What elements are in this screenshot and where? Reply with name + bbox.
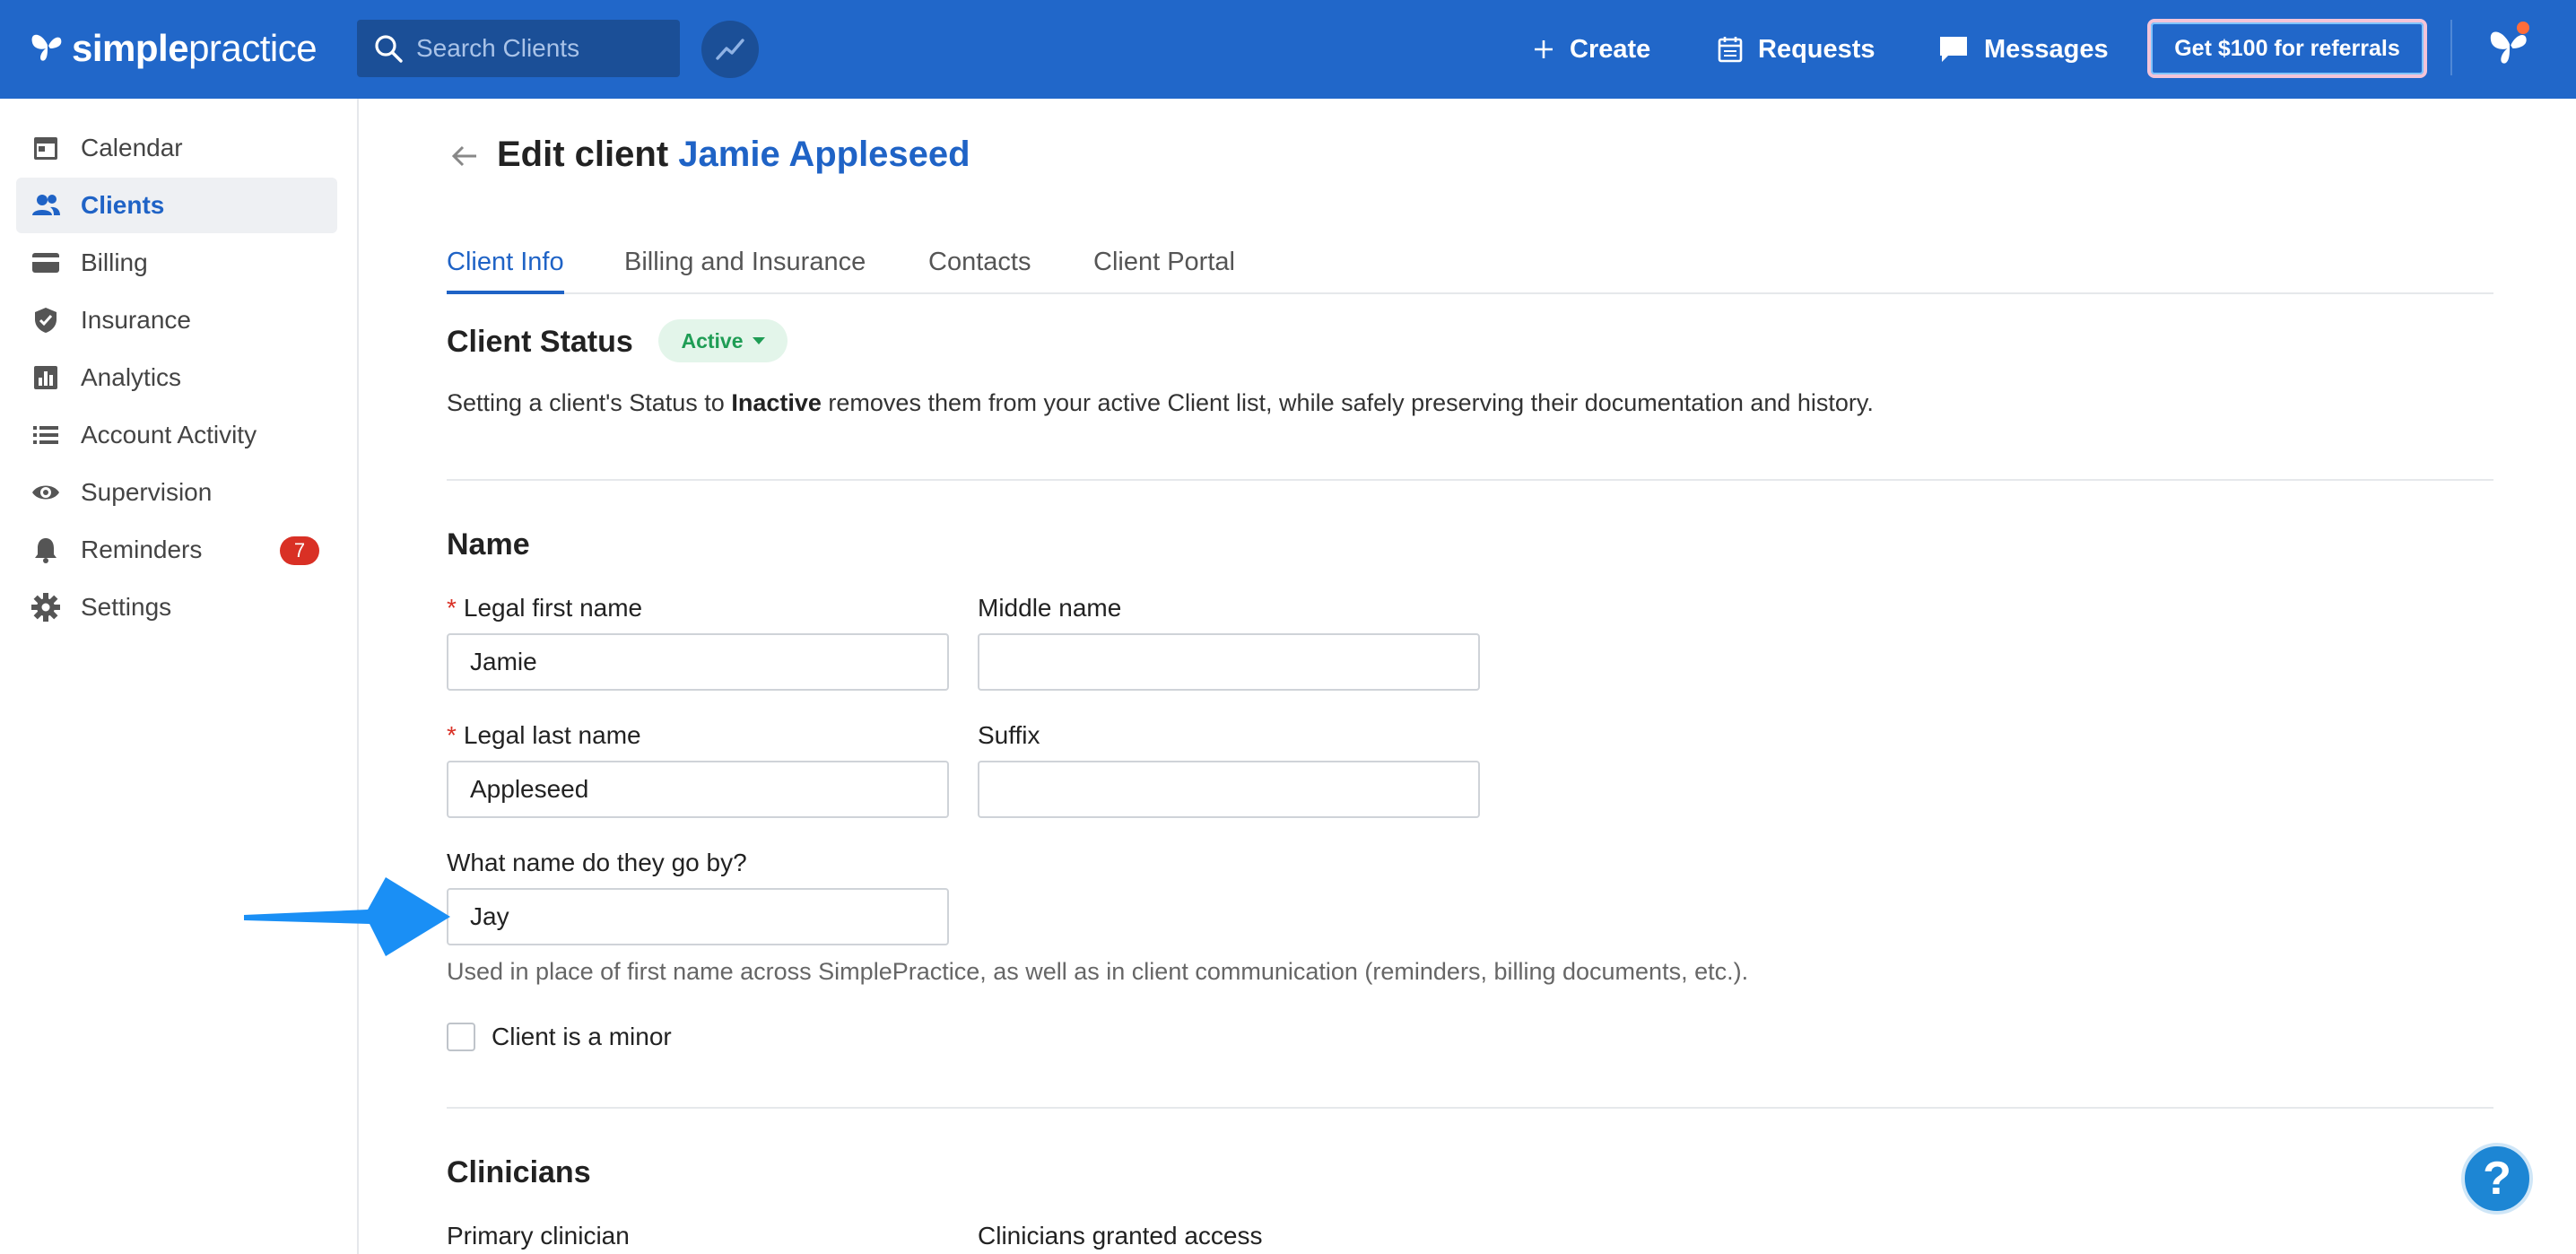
trend-line-icon: [716, 39, 744, 60]
clinicians-section-heading: Clinicians: [447, 1155, 591, 1189]
sidebar-item-clients[interactable]: Clients: [16, 178, 337, 233]
create-label: Create: [1570, 34, 1651, 64]
tab-billing-and-insurance[interactable]: Billing and Insurance: [624, 235, 866, 294]
requests-button[interactable]: Requests: [1717, 0, 1875, 99]
clinicians-granted-access-label: Clinicians granted access: [978, 1222, 1263, 1250]
required-asterisk: *: [447, 594, 457, 622]
middle-name-input[interactable]: [978, 633, 1480, 691]
sidebar: Calendar Clients Billing Insurance Analy…: [0, 99, 359, 1254]
simplepractice-logo[interactable]: simplepractice: [27, 20, 318, 77]
client-status-heading: Client Status: [447, 325, 633, 359]
gear-icon: [31, 593, 60, 622]
status-value: Active: [681, 328, 744, 353]
section-divider: [447, 1107, 2493, 1109]
billing-card-icon: [32, 253, 59, 273]
tab-client-info[interactable]: Client Info: [447, 235, 564, 294]
reminders-count-badge: 7: [280, 536, 319, 565]
legal-first-name-label-text: Legal first name: [463, 594, 643, 622]
logo-text-bold: simple: [72, 27, 189, 69]
preferred-name-label: What name do they go by?: [447, 849, 747, 876]
client-minor-checkbox-row[interactable]: Client is a minor: [447, 1023, 672, 1051]
sidebar-item-label: Clients: [81, 191, 165, 219]
legal-first-name-label: * Legal first name: [447, 594, 642, 623]
sidebar-item-label: Account Activity: [81, 421, 257, 448]
sidebar-item-label: Insurance: [81, 306, 191, 334]
list-icon: [33, 426, 58, 444]
plus-icon: [1535, 40, 1553, 58]
status-dropdown[interactable]: Active: [658, 319, 788, 362]
suffix-input[interactable]: [978, 761, 1480, 818]
search-clients-box[interactable]: [357, 20, 680, 77]
primary-clinician-label: Primary clinician: [447, 1222, 630, 1250]
preferred-name-input[interactable]: [447, 888, 949, 945]
clients-icon: [32, 195, 60, 215]
tab-client-portal[interactable]: Client Portal: [1093, 235, 1235, 294]
main-content: Edit client Jamie Appleseed Client Info …: [359, 99, 2576, 1254]
sidebar-item-label: Calendar: [81, 134, 183, 161]
calendar-icon: [34, 137, 57, 160]
referral-label: Get $100 for referrals: [2174, 35, 2400, 61]
sidebar-item-analytics[interactable]: Analytics: [16, 350, 337, 405]
notification-dot: [2517, 22, 2529, 34]
status-desc-after: removes them from your active Client lis…: [821, 389, 1874, 416]
legal-first-name-input[interactable]: [447, 633, 949, 691]
messages-label: Messages: [1984, 34, 2109, 64]
requests-label: Requests: [1758, 34, 1875, 64]
status-desc-before: Setting a client's Status to: [447, 389, 732, 416]
tab-bar: Client Info Billing and Insurance Contac…: [447, 235, 2493, 294]
page-title-prefix: Edit client: [497, 135, 669, 174]
tab-contacts[interactable]: Contacts: [928, 235, 1031, 294]
sidebar-item-label: Settings: [81, 593, 172, 621]
create-button[interactable]: Create: [1532, 0, 1650, 99]
name-section-heading: Name: [447, 527, 530, 562]
shield-check-icon: [35, 308, 57, 333]
suffix-label: Suffix: [978, 721, 1040, 749]
search-icon: [375, 35, 403, 63]
status-description: Setting a client's Status to Inactive re…: [447, 389, 1874, 417]
caret-down-icon: [752, 337, 765, 344]
sidebar-item-insurance[interactable]: Insurance: [16, 292, 337, 348]
annotation-arrow-icon: [244, 877, 450, 956]
sidebar-item-label: Reminders: [81, 536, 203, 563]
calendar-request-icon: [1718, 37, 1743, 63]
butterfly-logo-icon: [31, 34, 62, 61]
client-minor-label: Client is a minor: [492, 1023, 672, 1050]
legal-last-name-label: * Legal last name: [447, 721, 641, 750]
legal-last-name-label-text: Legal last name: [463, 721, 641, 749]
logo-text-light: practice: [188, 27, 318, 69]
sidebar-item-reminders[interactable]: Reminders 7: [16, 522, 337, 578]
topbar-divider: [2450, 20, 2452, 75]
sidebar-item-supervision[interactable]: Supervision: [16, 465, 337, 520]
required-asterisk: *: [447, 721, 457, 749]
eye-icon: [32, 485, 59, 500]
preferred-name-help-text: Used in place of first name across Simpl…: [447, 958, 1749, 985]
analytics-trend-button[interactable]: [701, 21, 759, 78]
referral-button[interactable]: Get $100 for referrals: [2147, 19, 2427, 78]
back-arrow-icon[interactable]: [448, 140, 481, 172]
help-question-button[interactable]: ?: [2461, 1143, 2533, 1215]
search-input[interactable]: [416, 34, 667, 63]
bell-icon: [35, 538, 57, 563]
client-minor-checkbox[interactable]: [447, 1023, 475, 1051]
sidebar-item-account-activity[interactable]: Account Activity: [16, 407, 337, 463]
analytics-icon: [34, 366, 57, 389]
top-navigation-bar: simplepractice Create Requests: [0, 0, 2576, 99]
sidebar-item-label: Supervision: [81, 478, 213, 506]
client-name-link[interactable]: Jamie Appleseed: [678, 135, 970, 174]
page-title: Edit client Jamie Appleseed: [497, 135, 970, 175]
messages-button[interactable]: Messages: [1937, 0, 2109, 99]
sidebar-item-label: Analytics: [81, 363, 182, 391]
middle-name-label: Middle name: [978, 594, 1122, 622]
chat-bubble-icon: [1940, 37, 1967, 62]
status-desc-bold: Inactive: [731, 389, 822, 416]
section-divider: [447, 479, 2493, 481]
legal-last-name-input[interactable]: [447, 761, 949, 818]
sidebar-item-billing[interactable]: Billing: [16, 235, 337, 291]
sidebar-item-label: Billing: [81, 248, 148, 276]
sidebar-item-calendar[interactable]: Calendar: [16, 120, 337, 176]
sidebar-item-settings[interactable]: Settings: [16, 579, 337, 635]
